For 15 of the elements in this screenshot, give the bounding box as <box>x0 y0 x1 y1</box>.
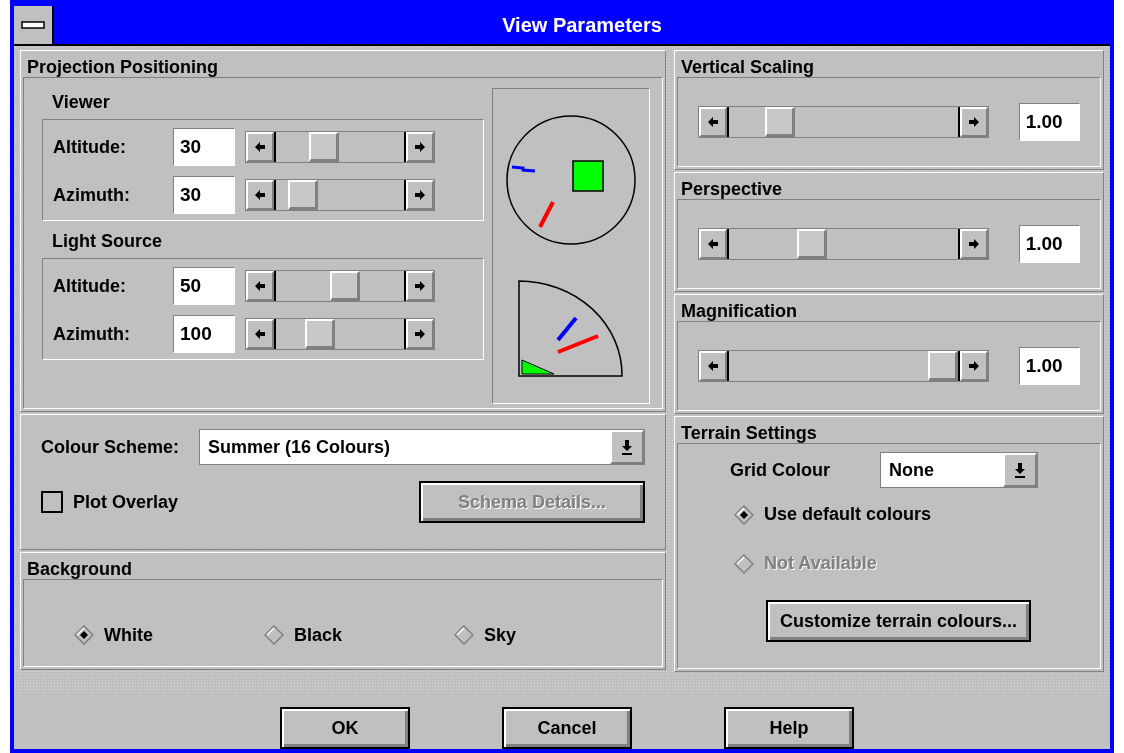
field-label: Colour Scheme: <box>41 436 180 458</box>
section-title: Terrain Settings <box>680 422 818 443</box>
field-label: Altitude: <box>53 275 127 297</box>
section-title: Vertical Scaling <box>680 56 816 77</box>
window-title: View Parameters <box>501 13 663 38</box>
section-title: Perspective <box>680 178 784 199</box>
field-label: Azimuth: <box>53 184 131 206</box>
section-title: Projection Positioning <box>26 56 219 77</box>
field-label: Azimuth: <box>53 323 131 345</box>
field-label: Grid Colour <box>730 459 830 481</box>
section-title: Magnification <box>680 300 798 321</box>
field-label: Altitude: <box>53 136 127 158</box>
group-title: Viewer <box>51 91 111 114</box>
group-title: Light Source <box>51 230 163 253</box>
section-title: Background <box>26 558 133 579</box>
